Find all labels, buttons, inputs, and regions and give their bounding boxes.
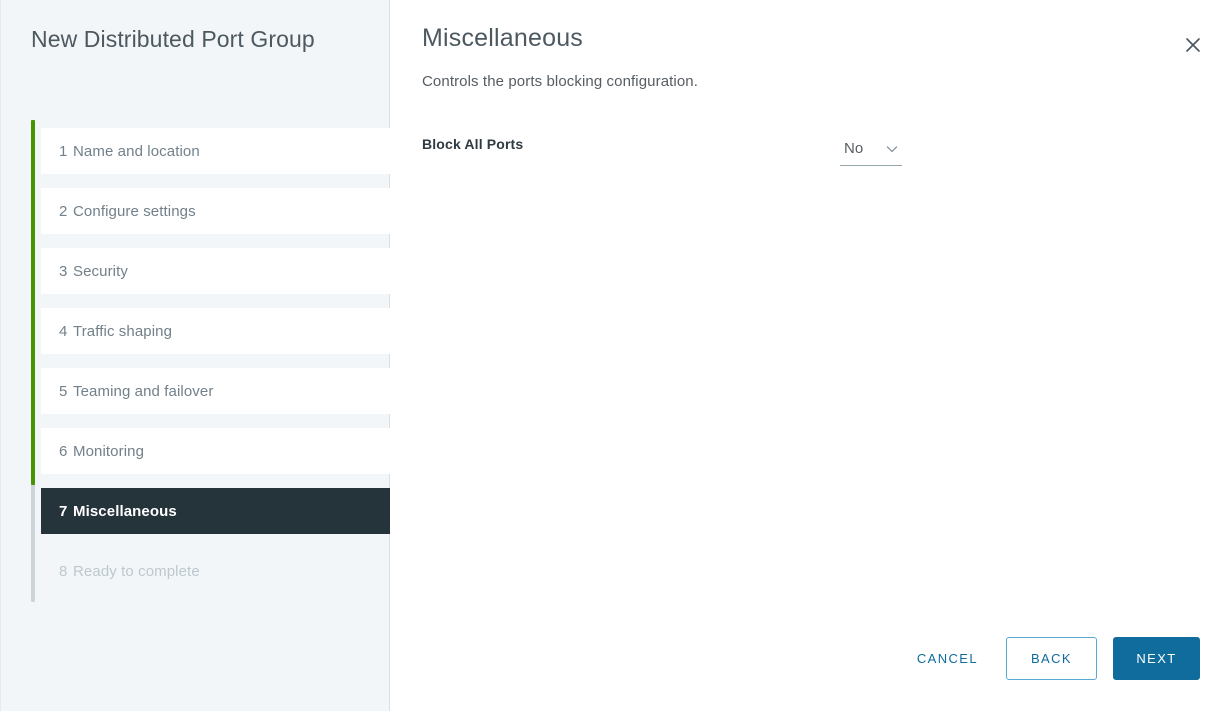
step-label: Teaming and failover (73, 382, 214, 400)
block-all-ports-select[interactable]: No (840, 132, 902, 166)
page-title: Miscellaneous (422, 24, 584, 52)
cancel-button[interactable]: CANCEL (901, 637, 994, 680)
step-number: 4 (59, 322, 68, 340)
wizard-progress-fill (31, 120, 35, 485)
sidebar-step-security[interactable]: 3 Security (41, 248, 390, 294)
step-label: Miscellaneous (73, 502, 177, 520)
wizard-sidebar: New Distributed Port Group 1 Name and lo… (0, 0, 390, 711)
step-label: Traffic shaping (73, 322, 173, 340)
wizard-progress-rail (31, 120, 35, 602)
step-number: 3 (59, 262, 68, 280)
form-row-block-all-ports: Block All Ports No (422, 132, 902, 170)
step-number: 7 (59, 502, 68, 520)
step-label: Ready to complete (73, 562, 200, 580)
block-all-ports-label: Block All Ports (422, 136, 524, 152)
wizard-footer: CANCEL BACK NEXT (901, 637, 1200, 680)
sidebar-step-monitoring[interactable]: 6 Monitoring (41, 428, 390, 474)
chevron-down-icon (884, 141, 900, 157)
block-all-ports-value: No (844, 140, 864, 157)
new-distributed-port-group-wizard: New Distributed Port Group 1 Name and lo… (0, 0, 1232, 711)
step-number: 2 (59, 202, 68, 220)
step-label: Name and location (73, 142, 200, 160)
wizard-main-panel: Miscellaneous Controls the ports blockin… (390, 0, 1232, 711)
sidebar-step-miscellaneous[interactable]: 7 Miscellaneous (41, 488, 390, 534)
step-number: 1 (59, 142, 68, 160)
step-number: 8 (59, 562, 68, 580)
sidebar-step-ready-to-complete: 8 Ready to complete (41, 548, 390, 594)
step-label: Monitoring (73, 442, 145, 460)
sidebar-step-configure-settings[interactable]: 2 Configure settings (41, 188, 390, 234)
step-number: 6 (59, 442, 68, 460)
wizard-step-list: 1 Name and location 2 Configure settings… (41, 128, 390, 608)
close-button[interactable] (1174, 26, 1212, 64)
sidebar-step-name-and-location[interactable]: 1 Name and location (41, 128, 390, 174)
wizard-title: New Distributed Port Group (31, 26, 315, 52)
close-icon (1183, 35, 1203, 55)
next-button[interactable]: NEXT (1113, 637, 1200, 680)
step-number: 5 (59, 382, 68, 400)
step-label: Security (73, 262, 128, 280)
sidebar-step-traffic-shaping[interactable]: 4 Traffic shaping (41, 308, 390, 354)
step-label: Configure settings (73, 202, 196, 220)
miscellaneous-form: Block All Ports No (422, 132, 902, 170)
sidebar-step-teaming-and-failover[interactable]: 5 Teaming and failover (41, 368, 390, 414)
back-button[interactable]: BACK (1006, 637, 1097, 680)
page-subtitle: Controls the ports blocking configuratio… (422, 73, 699, 90)
